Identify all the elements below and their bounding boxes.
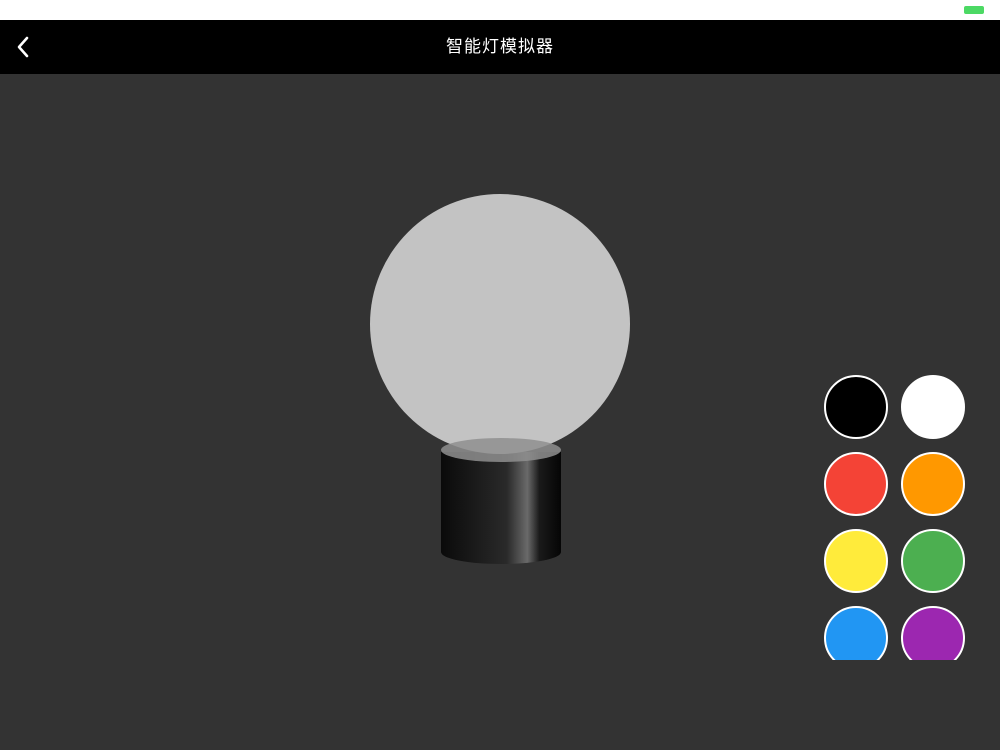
battery-icon	[964, 6, 984, 14]
swatch-white[interactable]	[901, 375, 965, 439]
nav-bar: 智能灯模拟器	[0, 20, 1000, 74]
lamp-bulb	[370, 194, 630, 454]
lamp-base-top	[441, 438, 561, 462]
swatch-green[interactable]	[901, 529, 965, 593]
color-palette	[800, 300, 1000, 660]
swatch-red[interactable]	[824, 452, 888, 516]
swatch-blue[interactable]	[824, 606, 888, 660]
page-title: 智能灯模拟器	[446, 37, 554, 57]
status-bar	[0, 0, 1000, 20]
lamp-base	[441, 452, 561, 564]
swatch-yellow[interactable]	[824, 529, 888, 593]
swatch-black[interactable]	[824, 375, 888, 439]
swatch-orange[interactable]	[901, 452, 965, 516]
swatch-purple[interactable]	[901, 606, 965, 660]
